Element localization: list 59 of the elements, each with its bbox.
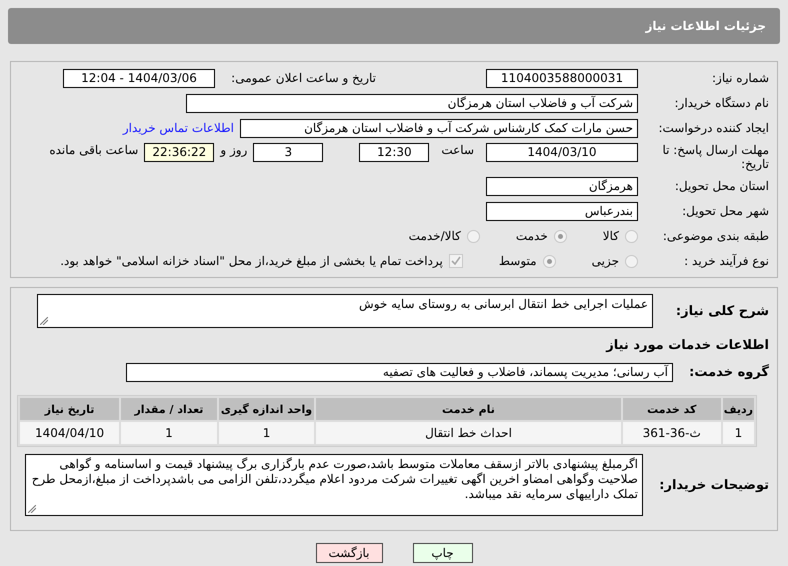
input-field[interactable]: 12:30	[359, 143, 430, 162]
field-label: استان محل تحویل:	[674, 179, 769, 193]
page-title: جزئیات اطلاعات نیاز	[8, 8, 780, 44]
radio-label: متوسط	[498, 254, 537, 268]
radio-button[interactable]	[625, 254, 638, 268]
field-label: ساعت باقی مانده	[49, 143, 138, 157]
input-field[interactable]: 3	[253, 143, 324, 162]
text-area[interactable]: اگرمبلغ پیشنهادی بالاتر ازسقف معاملات متوسط باشد،صورت عدم بارگزاری برگ پیشنهاد قیمت و اساسنامه و گواهی صلاحیت وگواهی امضاو اخرین اگهی تغییرات شرکت مردود اعلام میگردد،تلفن الزامی می باشدپرداخت از مبلغ،ازمحل طرح تملک داراییهای سرمایه نقد میباشد.	[25, 454, 643, 516]
resize-grip-icon	[40, 317, 48, 325]
radio-label: کالا/خدمت	[408, 229, 461, 243]
field-label: گروه خدمت:	[689, 364, 769, 380]
column-header: تعداد / مقدار	[121, 398, 217, 420]
table-cell: 1	[722, 422, 754, 444]
field-label: نوع فرآیند خرید :	[683, 254, 769, 268]
input-field[interactable]: بندرعباس	[486, 202, 638, 220]
radio-label: خدمت	[516, 229, 548, 243]
radio-label: جزیی	[592, 254, 619, 268]
input-field[interactable]: آب رسانی؛ مدیریت پسماند، فاضلاب و فعالیت های تصفیه	[126, 362, 673, 382]
field-label: تاریخ و ساعت اعلان عمومی:	[230, 71, 376, 85]
table-cell: ث-36-361	[622, 422, 721, 444]
contact-link[interactable]: اطلاعات تماس خریدار	[122, 121, 234, 135]
column-header: تاریخ نیاز	[20, 398, 120, 420]
back-button[interactable]: بازگشت	[316, 543, 382, 563]
text-area[interactable]: عملیات اجرایی خط انتقال ابرسانی به روستای سایه خوش	[37, 294, 653, 328]
column-header: واحد اندازه گیری	[218, 398, 314, 420]
checkbox[interactable]	[448, 254, 463, 268]
countdown-field: 22:36:22	[144, 143, 214, 162]
radio-button[interactable]	[466, 230, 480, 242]
field-label: شماره نیاز:	[711, 71, 769, 85]
radio-button[interactable]	[625, 230, 638, 242]
section-heading: اطلاعات خدمات مورد نیاز	[604, 338, 769, 352]
field-label: شرح کلی نیاز:	[674, 304, 769, 318]
radio-label: کالا	[602, 229, 619, 243]
field-label: ساعت	[441, 143, 474, 157]
field-label: مهلت ارسال پاسخ: تا تاریخ:	[661, 143, 769, 171]
radio-button[interactable]	[554, 230, 567, 242]
input-field[interactable]: شرکت آب و فاضلاب استان هرمزگان	[186, 94, 638, 112]
field-label: توضیحات خریدار:	[659, 478, 769, 492]
table-cell: 1	[218, 422, 314, 444]
column-header: نام خدمت	[316, 398, 621, 420]
table-cell: 1404/04/10	[20, 422, 120, 444]
input-field[interactable]: 1404/03/06 - 12:04	[63, 68, 215, 88]
input-field[interactable]: حسن مارات کمک کارشناس شرکت آب و فاضلاب استان هرمزگان	[240, 118, 638, 138]
table-cell: 1	[121, 422, 217, 444]
resize-grip-icon	[28, 505, 36, 513]
input-field[interactable]: 1104003588000031	[486, 68, 638, 88]
field-label: شهر محل تحویل:	[681, 204, 769, 218]
column-header: کد خدمت	[622, 398, 721, 420]
checkbox-label: پرداخت تمام یا بخشی از مبلغ خرید،از محل "اسناد خزانه اسلامی" خواهد بود.	[60, 254, 443, 268]
field-label: طبقه بندی موضوعی:	[662, 229, 769, 243]
table-cell: احداث خط انتقال	[316, 422, 621, 444]
field-label: نام دستگاه خریدار:	[674, 96, 769, 110]
radio-button[interactable]	[542, 254, 556, 268]
field-label: روز و	[220, 143, 248, 157]
input-field[interactable]: 1404/03/10	[486, 143, 638, 162]
column-header: ردیف	[722, 398, 754, 420]
field-label: ایجاد کننده درخواست:	[657, 121, 769, 135]
print-button[interactable]: چاپ	[412, 543, 472, 563]
input-field[interactable]: هرمزگان	[486, 176, 638, 196]
